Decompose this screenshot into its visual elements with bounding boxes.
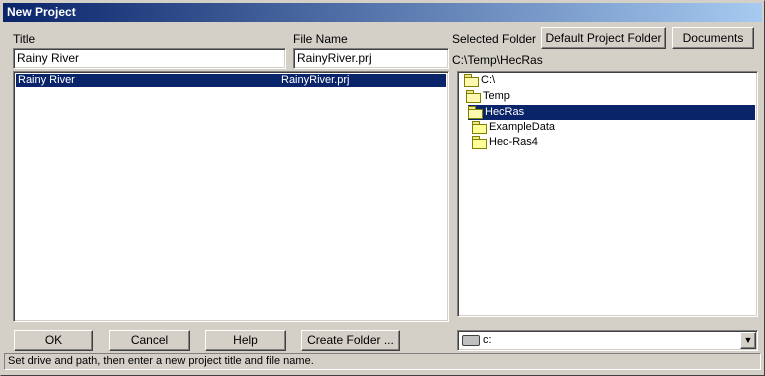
title-input[interactable]: Rainy River (13, 48, 286, 69)
tree-node-label: C:\ (481, 74, 496, 86)
window-title: New Project (7, 5, 76, 19)
folder-icon (472, 121, 487, 135)
drive-select-value: c: (483, 334, 492, 346)
tree-node-exampledata[interactable]: ExampleData (472, 120, 555, 135)
chevron-down-icon[interactable]: ▼ (740, 332, 756, 349)
ok-button[interactable]: OK (14, 330, 93, 351)
tree-node-label: HecRas (485, 106, 525, 118)
help-button[interactable]: Help (205, 330, 286, 351)
create-folder-button[interactable]: Create Folder ... (301, 330, 400, 351)
selected-folder-label: Selected Folder (452, 32, 537, 46)
default-project-folder-button[interactable]: Default Project Folder (541, 27, 666, 49)
file-name-input[interactable]: RainyRiver.prj (293, 48, 449, 69)
tree-node-c-drive[interactable]: C:\ (464, 73, 495, 88)
list-item[interactable]: Rainy River RainyRiver.prj (16, 74, 446, 87)
folder-open-icon (466, 90, 481, 104)
title-bar[interactable]: New Project (3, 3, 762, 22)
drive-select[interactable]: c: ▼ (457, 330, 758, 351)
project-file-cell: RainyRiver.prj (281, 74, 350, 86)
folder-open-icon (464, 74, 479, 88)
folder-icon (472, 136, 487, 150)
file-name-label: File Name (293, 32, 348, 46)
documents-button[interactable]: Documents (672, 27, 754, 49)
tree-node-temp[interactable]: Temp (466, 89, 510, 104)
selected-folder-path: C:\Temp\HecRas (452, 53, 543, 67)
tree-node-label: Hec-Ras4 (489, 136, 538, 148)
tree-node-hecras[interactable]: HecRas (468, 105, 755, 120)
tree-node-hec-ras4[interactable]: Hec-Ras4 (472, 135, 538, 150)
project-list[interactable]: Rainy River RainyRiver.prj (13, 71, 449, 322)
tree-node-label: Temp (483, 90, 510, 102)
project-title-cell: Rainy River (18, 74, 75, 86)
title-label: Title (13, 32, 36, 46)
tree-node-label: ExampleData (489, 121, 556, 133)
cancel-button[interactable]: Cancel (109, 330, 190, 351)
drive-icon (462, 335, 480, 346)
status-bar: Set drive and path, then enter a new pro… (4, 353, 761, 370)
folder-tree[interactable]: C:\ Temp HecRas ExampleData Hec-Ras4 (457, 71, 758, 317)
folder-open-icon (468, 106, 483, 120)
new-project-dialog: New Project Title File Name Selected Fol… (0, 0, 765, 376)
